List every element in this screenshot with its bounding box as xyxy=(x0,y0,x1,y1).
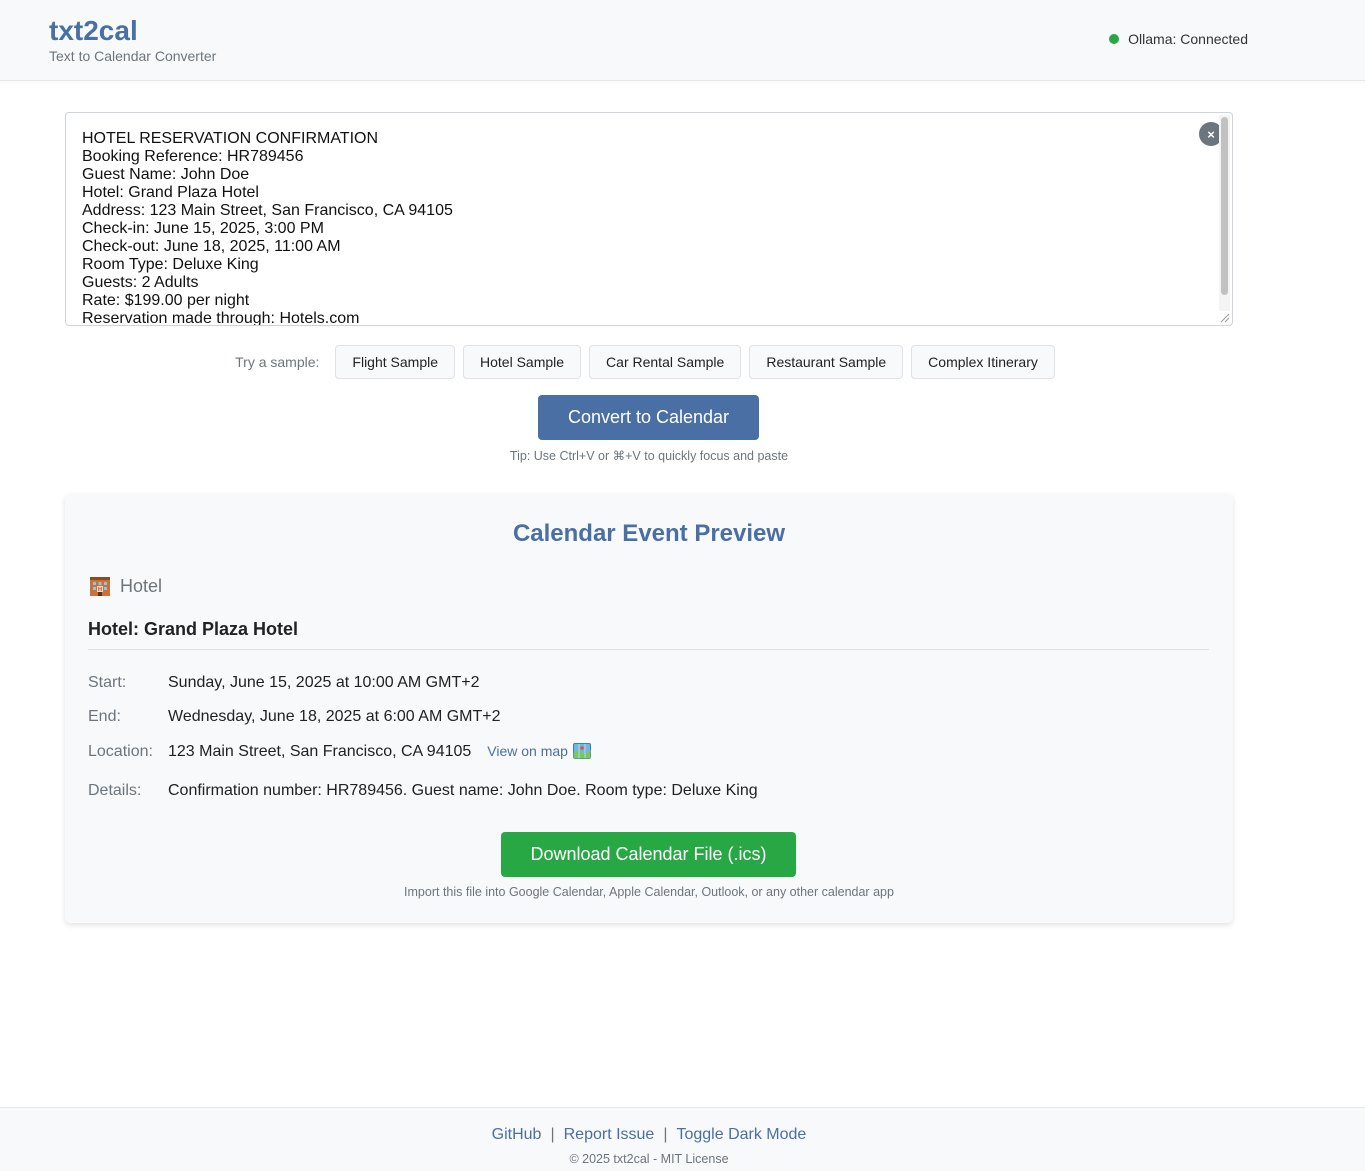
start-value: Sunday, June 15, 2025 at 10:00 AM GMT+2 xyxy=(168,674,480,691)
flight-sample-button[interactable]: Flight Sample xyxy=(335,345,455,379)
textarea-scrollbar[interactable] xyxy=(1219,115,1230,311)
location-row: Location: 123 Main Street, San Francisco… xyxy=(88,743,591,761)
end-row: End: Wednesday, June 18, 2025 at 6:00 AM… xyxy=(88,708,501,726)
event-title: Hotel: Grand Plaza Hotel xyxy=(88,619,299,639)
app-header: txt2cal Text to Calendar Converter Ollam… xyxy=(0,0,1365,81)
app-title[interactable]: txt2cal xyxy=(49,15,216,47)
end-value: Wednesday, June 18, 2025 at 6:00 AM GMT+… xyxy=(168,708,501,725)
app-subtitle: Text to Calendar Converter xyxy=(49,48,217,64)
toggle-dark-mode-link[interactable]: Toggle Dark Mode xyxy=(676,1126,806,1143)
start-row: Start: Sunday, June 15, 2025 at 10:00 AM… xyxy=(88,674,479,692)
details-label: Details: xyxy=(88,782,142,799)
download-ics-button[interactable]: Download Calendar File (.ics) xyxy=(501,832,796,877)
end-label: End: xyxy=(88,708,121,725)
sample-buttons-row: Try a sample: Flight Sample Hotel Sample… xyxy=(0,345,1298,379)
map-link-text[interactable]: View on map xyxy=(487,743,568,759)
import-note: Import this file into Google Calendar, A… xyxy=(404,885,894,899)
event-type-label: Hotel xyxy=(120,575,163,596)
start-label: Start: xyxy=(88,674,127,691)
paste-tip: Tip: Use Ctrl+V or ⌘+V to quickly focus … xyxy=(509,449,789,463)
status-text: Ollama: Connected xyxy=(1128,31,1248,47)
details-value: Confirmation number: HR789456. Guest nam… xyxy=(168,782,758,799)
hotel-sample-button[interactable]: Hotel Sample xyxy=(463,345,582,379)
footer-separator: | xyxy=(663,1126,668,1143)
location-value: 123 Main Street, San Francisco, CA 94105 xyxy=(168,743,472,760)
samples-label: Try a sample: xyxy=(235,354,320,370)
status-dot-icon xyxy=(1109,34,1120,44)
hotel-icon: H xyxy=(90,577,110,596)
reservation-textarea[interactable]: HOTEL RESERVATION CONFIRMATION Booking R… xyxy=(82,130,1192,325)
brand: txt2cal Text to Calendar Converter xyxy=(49,15,216,65)
location-label: Location: xyxy=(88,743,153,760)
connection-status: Ollama: Connected xyxy=(1109,31,1248,47)
footer-separator: | xyxy=(550,1126,555,1143)
app-footer: GitHub | Report Issue | Toggle Dark Mode © 2… xyxy=(0,1107,1365,1171)
scrollbar-thumb[interactable] xyxy=(1221,117,1228,295)
view-on-map-link[interactable]: View on map xyxy=(487,743,591,759)
event-preview-card: Calendar Event Preview H Hotel Hotel: Gr… xyxy=(65,494,1233,923)
resize-grip-icon[interactable] xyxy=(1218,311,1230,323)
preview-title: Calendar Event Preview xyxy=(512,520,786,547)
restaurant-sample-button[interactable]: Restaurant Sample xyxy=(749,345,904,379)
details-row: Details: Confirmation number: HR789456. … xyxy=(88,782,758,800)
text-input-area[interactable]: HOTEL RESERVATION CONFIRMATION Booking R… xyxy=(65,112,1233,326)
car-rental-sample-button[interactable]: Car Rental Sample xyxy=(589,345,742,379)
github-link[interactable]: GitHub xyxy=(492,1126,542,1143)
event-type: H Hotel xyxy=(88,574,162,598)
map-icon[interactable] xyxy=(572,743,591,759)
convert-to-calendar-button[interactable]: Convert to Calendar xyxy=(538,395,759,440)
footer-links: GitHub | Report Issue | Toggle Dark Mode xyxy=(0,1126,1298,1144)
copyright: © 2025 txt2cal - MIT License xyxy=(569,1152,729,1166)
report-issue-link[interactable]: Report Issue xyxy=(564,1126,655,1143)
complex-itinerary-sample-button[interactable]: Complex Itinerary xyxy=(911,345,1055,379)
divider xyxy=(88,649,1209,650)
